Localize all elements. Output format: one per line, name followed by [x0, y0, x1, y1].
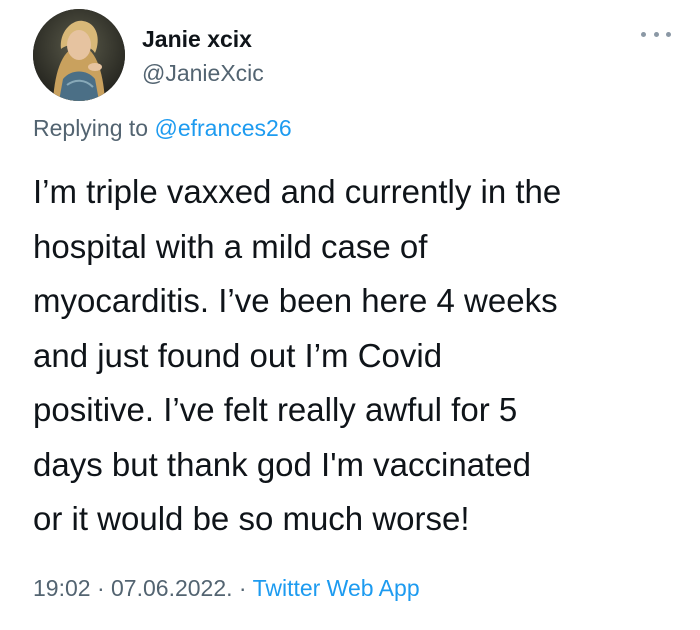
tweet-text: I’m triple vaxxed and currently in the h…	[33, 165, 683, 547]
replying-to-label: Replying to	[33, 115, 155, 141]
tweet-text-line: positive. I’ve felt really awful for 5	[33, 391, 518, 428]
meta-separator: ·	[90, 575, 112, 601]
tweet-text-line: and just found out I’m Covid	[33, 336, 443, 374]
dot	[653, 31, 659, 37]
user-handle[interactable]: @JanieXcic	[142, 60, 264, 87]
display-name[interactable]: Janie xcix	[142, 26, 252, 53]
tweet-date[interactable]: 07.06.2022.	[111, 575, 233, 601]
dot	[641, 31, 646, 37]
tweet-metadata: 19:02 · 07.06.2022. · Twitter Web App	[33, 575, 420, 602]
tweet-text-line: myocarditis. I’ve been here 4 weeks	[33, 282, 558, 319]
source-app-link[interactable]: Twitter Web App	[253, 575, 420, 601]
avatar[interactable]	[33, 9, 125, 101]
tweet-text-line: hospital with a mild case of	[33, 227, 428, 265]
dot	[666, 31, 671, 37]
tweet-text-line: I’m triple vaxxed and currently in the	[33, 173, 562, 210]
meta-separator: ·	[232, 575, 253, 601]
reply-mention-link[interactable]: @efrances26	[154, 115, 291, 141]
replying-to: Replying to @efrances26	[33, 115, 292, 142]
tweet-time[interactable]: 19:02	[33, 575, 91, 601]
tweet-card: Janie xcix @JanieXcic Replying to @efran…	[0, 0, 700, 630]
tweet-text-line: or it would be so much worse!	[33, 500, 470, 537]
avatar-image	[33, 9, 125, 101]
more-horizontal-icon[interactable]	[641, 26, 671, 42]
tweet-text-line: days but thank god I'm vaccinated	[33, 445, 531, 483]
